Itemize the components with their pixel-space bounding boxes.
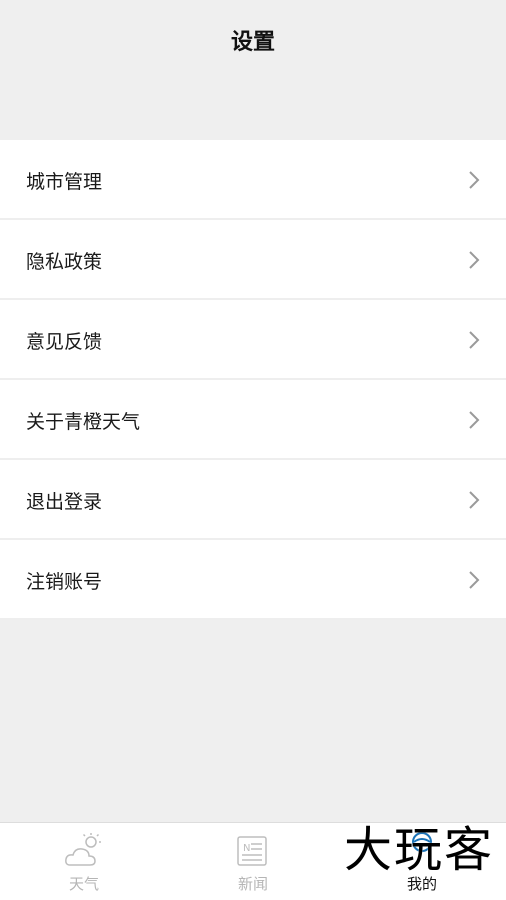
- weather-cloud-sun-icon: [65, 833, 101, 866]
- menu-item-label: 隐私政策: [26, 251, 103, 273]
- tab-label: 新闻: [237, 875, 268, 893]
- menu-item-feedback[interactable]: 意见反馈: [0, 300, 506, 380]
- menu-item-privacy-policy[interactable]: 隐私政策: [0, 220, 506, 300]
- tab-label: 天气: [68, 875, 99, 893]
- svg-text:N: N: [243, 843, 250, 854]
- watermark-logo: 大玩客: [344, 822, 495, 878]
- menu-item-label: 注销账号: [26, 571, 103, 593]
- menu-item-label: 意见反馈: [26, 331, 103, 353]
- menu-item-label: 关于青橙天气: [26, 411, 141, 433]
- settings-menu: 城市管理 隐私政策 意见反馈 关于青橙天气 退出登录 注销账号: [0, 140, 506, 620]
- settings-screen: 设置 城市管理 隐私政策 意见反馈 关于青橙天气 退出登录 注销账号 天气 N …: [0, 0, 506, 900]
- chevron-right-icon: [469, 491, 480, 509]
- menu-item-delete-account[interactable]: 注销账号: [0, 540, 506, 620]
- menu-item-label: 城市管理: [26, 171, 103, 193]
- chevron-right-icon: [469, 411, 480, 429]
- news-icon: N: [237, 836, 267, 866]
- chevron-right-icon: [469, 331, 480, 349]
- chevron-right-icon: [469, 571, 480, 589]
- menu-item-about[interactable]: 关于青橙天气: [0, 380, 506, 460]
- menu-item-logout[interactable]: 退出登录: [0, 460, 506, 540]
- menu-item-label: 退出登录: [26, 491, 103, 513]
- page-title: 设置: [230, 30, 275, 55]
- tab-news[interactable]: N 新闻: [169, 823, 337, 900]
- menu-item-city-management[interactable]: 城市管理: [0, 140, 506, 220]
- header: 设置: [0, 0, 506, 140]
- chevron-right-icon: [469, 171, 480, 189]
- chevron-right-icon: [469, 251, 480, 269]
- tab-weather[interactable]: 天气: [0, 823, 168, 900]
